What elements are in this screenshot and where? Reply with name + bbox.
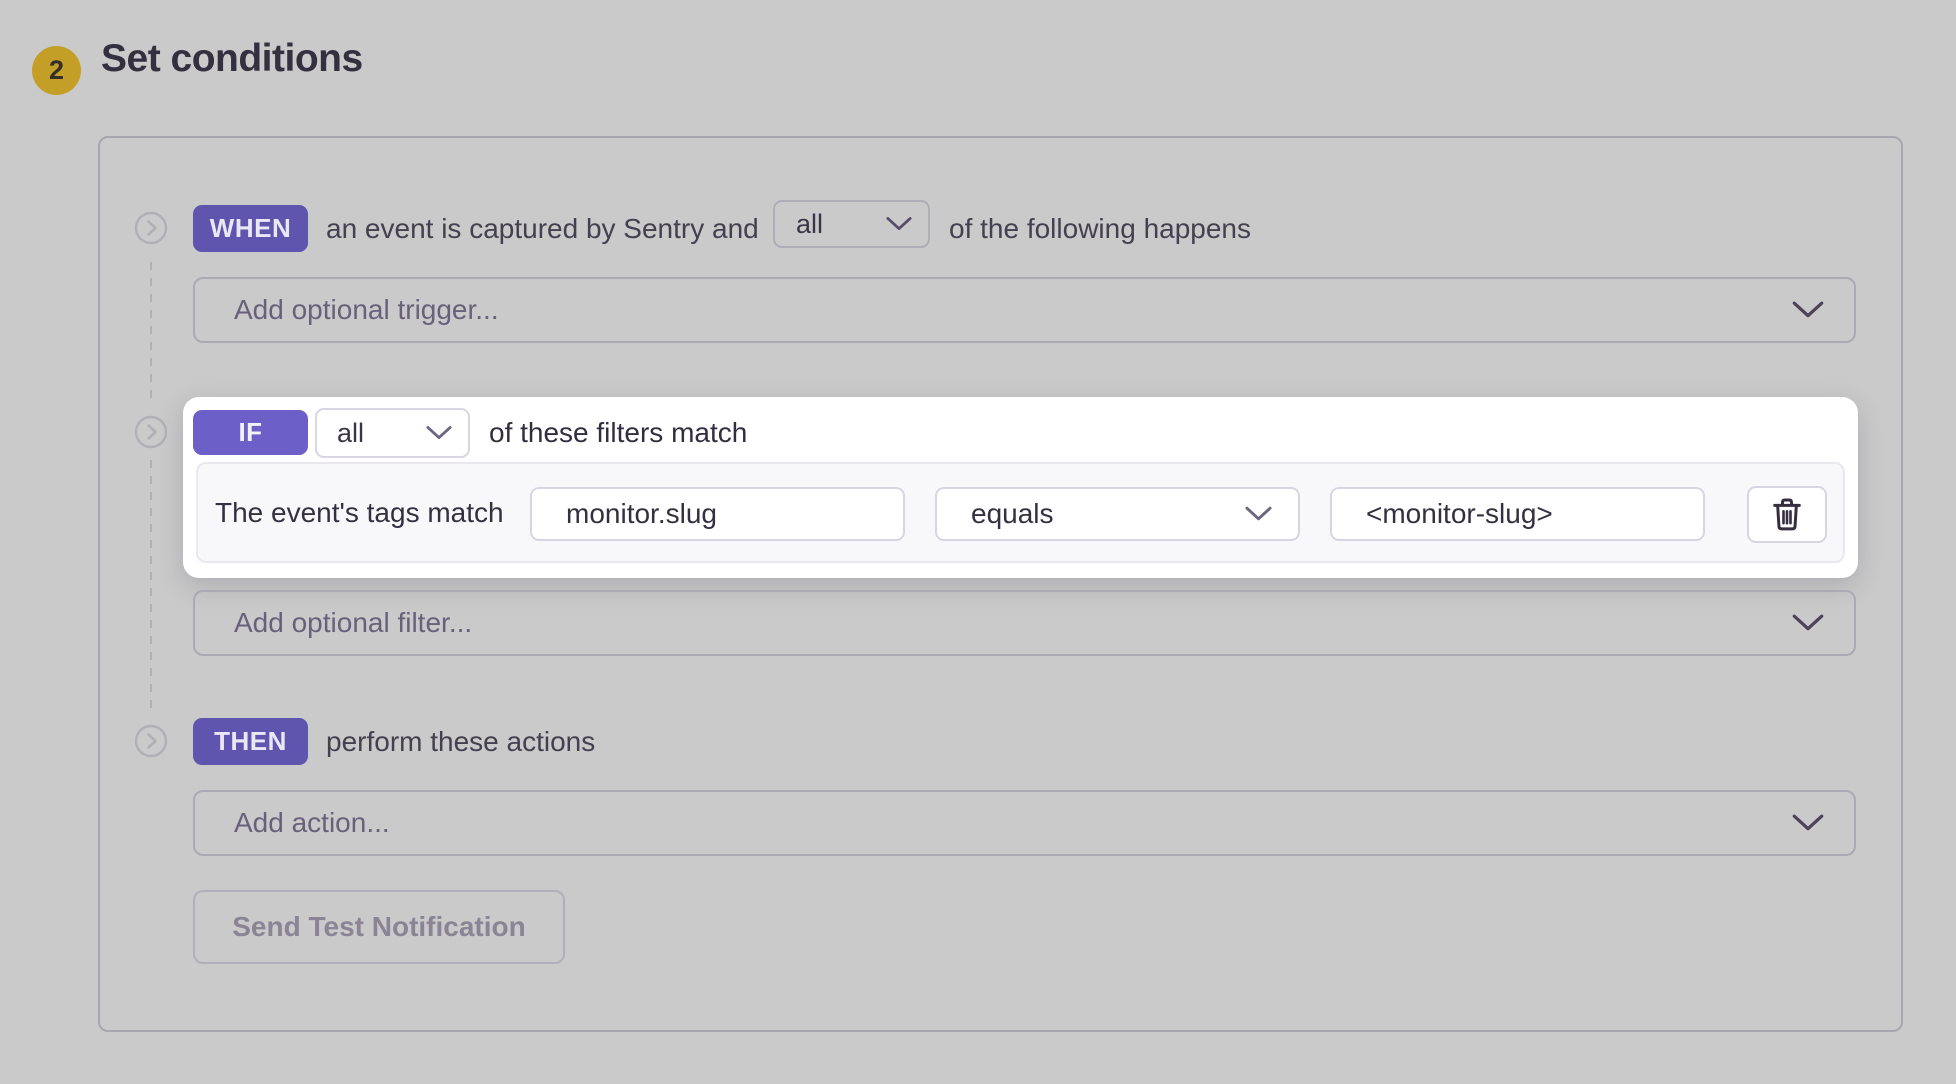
then-badge: THEN bbox=[193, 718, 308, 765]
filter-key-input[interactable] bbox=[530, 487, 905, 541]
set-conditions-page: 2 Set conditions WHEN an event is captur… bbox=[0, 0, 1956, 1084]
chevron-right-circle-icon bbox=[134, 211, 168, 245]
if-text-after: of these filters match bbox=[489, 408, 747, 458]
add-trigger-placeholder: Add optional trigger... bbox=[234, 294, 499, 326]
when-text-before: an event is captured by Sentry and bbox=[326, 205, 759, 252]
filter-match-select[interactable]: equals bbox=[935, 487, 1300, 541]
chevron-right-circle-icon bbox=[134, 724, 168, 758]
chevron-right-circle-icon bbox=[134, 415, 168, 449]
chevron-down-icon bbox=[1245, 506, 1272, 522]
delete-filter-button[interactable] bbox=[1747, 486, 1827, 543]
when-badge: WHEN bbox=[193, 205, 308, 252]
filter-condition-label: The event's tags match bbox=[215, 462, 504, 563]
add-action-placeholder: Add action... bbox=[234, 807, 390, 839]
step-number-badge: 2 bbox=[32, 46, 81, 95]
chevron-down-icon bbox=[886, 216, 912, 232]
step-connector-line bbox=[150, 262, 152, 404]
if-match-select-value: all bbox=[337, 418, 364, 449]
if-badge: IF bbox=[193, 410, 308, 455]
step-connector-line bbox=[150, 460, 152, 714]
trash-icon bbox=[1771, 497, 1803, 532]
when-text-after: of the following happens bbox=[949, 205, 1251, 252]
chevron-down-icon bbox=[1792, 614, 1824, 633]
chevron-down-icon bbox=[426, 425, 452, 441]
add-filter-placeholder: Add optional filter... bbox=[234, 607, 472, 639]
when-match-select-value: all bbox=[796, 209, 823, 240]
filter-value-input[interactable] bbox=[1330, 487, 1705, 541]
chevron-down-icon bbox=[1792, 814, 1824, 833]
add-filter-select[interactable]: Add optional filter... bbox=[193, 590, 1856, 656]
page-title: Set conditions bbox=[101, 37, 363, 81]
send-test-notification-button[interactable]: Send Test Notification bbox=[193, 890, 565, 964]
chevron-down-icon bbox=[1792, 301, 1824, 320]
if-match-select[interactable]: all bbox=[315, 408, 470, 458]
then-text-after: perform these actions bbox=[326, 718, 595, 765]
add-action-select[interactable]: Add action... bbox=[193, 790, 1856, 856]
filter-match-select-value: equals bbox=[971, 498, 1054, 530]
when-match-select[interactable]: all bbox=[773, 200, 930, 248]
add-trigger-select[interactable]: Add optional trigger... bbox=[193, 277, 1856, 343]
